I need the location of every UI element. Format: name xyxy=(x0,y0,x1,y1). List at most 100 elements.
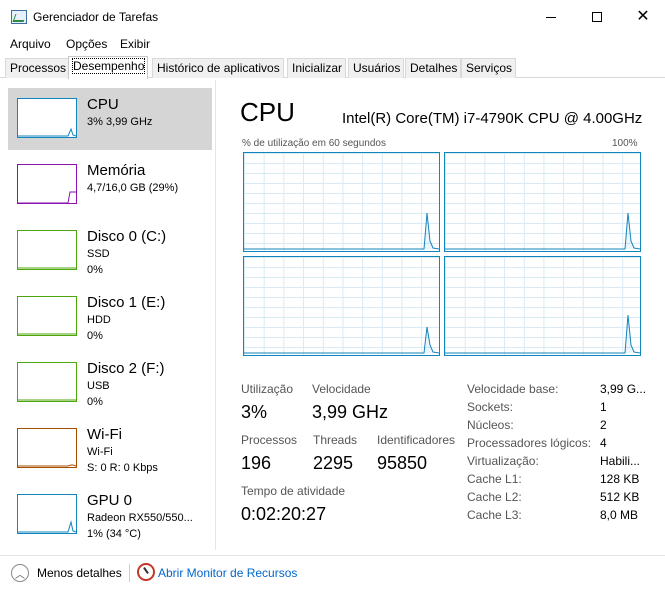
property-label: Cache L1: xyxy=(467,472,522,486)
sidebar-item-name: Disco 1 (E:) xyxy=(87,294,166,311)
minimize-button[interactable] xyxy=(528,0,574,34)
property-value: 512 KB xyxy=(600,490,640,504)
sidebar-item-name: CPU xyxy=(87,96,119,113)
sidebar-item-name: Wi-Fi xyxy=(87,426,122,443)
property-value: 1 xyxy=(600,400,607,414)
resource-monitor-icon xyxy=(137,563,155,581)
title-bar: Gerenciador de Tarefas ✕ xyxy=(0,0,665,34)
footer-bar: ︿ Menos detalhes Abrir Monitor de Recurs… xyxy=(0,555,665,592)
sidebar-item-name: Memória xyxy=(87,162,146,179)
cpu-model: Intel(R) Core(TM) i7-4790K CPU @ 4.00GHz xyxy=(342,110,643,127)
property-label: Virtualização: xyxy=(467,454,539,468)
tab-processos[interactable]: Processos xyxy=(5,58,71,78)
handles-label: Identificadores xyxy=(377,433,456,447)
tab-label: Inicializar xyxy=(292,61,343,75)
tab-label: Histórico de aplicativos xyxy=(157,61,280,75)
less-details-link[interactable]: Menos detalhes xyxy=(37,566,122,580)
sidebar-item-disco-2-f[interactable]: Disco 2 (F:) USB 0% xyxy=(8,352,212,414)
property-value: 4 xyxy=(600,436,607,450)
close-icon: ✕ xyxy=(636,8,650,25)
task-manager-app-icon xyxy=(11,10,27,24)
footer-divider xyxy=(129,564,130,582)
uptime-label: Tempo de atividade xyxy=(241,484,346,498)
resource-sidebar: CPU 3% 3,99 GHz Memória 4,7/16,0 GB (29%) Di… xyxy=(8,88,213,548)
sidebar-item-detail: 1% (34 °C) xyxy=(87,528,141,540)
cpu-usage-line xyxy=(445,212,640,250)
sidebar-item-detail: 3% 3,99 GHz xyxy=(87,116,153,128)
sidebar-item-detail: 0% xyxy=(87,396,103,408)
tab-label: Detalhes xyxy=(410,61,458,75)
gpu-graph-icon xyxy=(17,494,77,534)
sidebar-item-disco-1-e[interactable]: Disco 1 (E:) HDD 0% xyxy=(8,286,212,348)
sidebar-item-name: GPU 0 xyxy=(87,492,133,509)
tab-desempenho[interactable]: Desempenho xyxy=(68,56,149,79)
cpu-core-graph-1 xyxy=(444,152,641,252)
sidebar-item-detail: HDD xyxy=(87,314,111,326)
cpu-usage-line xyxy=(244,212,439,250)
tab-historico[interactable]: Histórico de aplicativos xyxy=(152,58,284,78)
processes-label: Processos xyxy=(241,433,298,447)
sidebar-divider xyxy=(215,80,216,550)
sidebar-item-cpu[interactable]: CPU 3% 3,99 GHz xyxy=(8,88,212,150)
cpu-core-graph-0 xyxy=(243,152,440,252)
tab-label: Processos xyxy=(10,61,67,75)
sidebar-item-detail: Radeon RX550/550... xyxy=(87,512,193,524)
tab-inicializar[interactable]: Inicializar xyxy=(287,58,347,78)
tab-usuarios[interactable]: Usuários xyxy=(348,58,405,78)
property-label: Processadores lógicos: xyxy=(467,436,592,450)
tab-servicos[interactable]: Serviços xyxy=(461,58,517,78)
property-label: Cache L3: xyxy=(467,508,522,522)
property-value: 2 xyxy=(600,418,607,432)
sidebar-item-detail: S: 0 R: 0 Kbps xyxy=(87,462,158,474)
sidebar-item-detail: SSD xyxy=(87,248,110,260)
menu-arquivo[interactable]: Arquivo xyxy=(10,37,51,51)
minimize-icon xyxy=(546,16,556,18)
property-label: Velocidade base: xyxy=(467,382,559,396)
utilization-value: 3% xyxy=(241,402,268,422)
handles-value: 95850 xyxy=(377,453,428,473)
sidebar-item-wi-fi[interactable]: Wi-Fi Wi-Fi S: 0 R: 0 Kbps xyxy=(8,418,212,480)
cpu-usage-line xyxy=(445,314,640,354)
cpu-core-graph-2 xyxy=(243,256,440,356)
property-value: 8,0 MB xyxy=(600,508,639,522)
menu-exibir[interactable]: Exibir xyxy=(120,37,150,51)
property-label: Cache L2: xyxy=(467,490,522,504)
tab-label: Usuários xyxy=(353,61,401,75)
disk-graph-icon xyxy=(17,296,77,336)
tab-bar: Processos Desempenho Histórico de aplica… xyxy=(0,56,665,79)
maximize-button[interactable] xyxy=(574,0,620,34)
tab-label: Serviços xyxy=(466,61,513,75)
property-label: Núcleos: xyxy=(467,418,514,432)
sidebar-item-gpu-0[interactable]: GPU 0 Radeon RX550/550... 1% (34 °C) xyxy=(8,484,212,546)
cpu-graph-icon xyxy=(17,98,77,138)
speed-value: 3,99 GHz xyxy=(312,402,389,422)
property-value: 128 KB xyxy=(600,472,640,486)
sidebar-item-detail: 0% xyxy=(87,264,103,276)
processes-value: 196 xyxy=(241,453,272,473)
disk-graph-icon xyxy=(17,362,77,402)
property-label: Sockets: xyxy=(467,400,514,414)
sidebar-item-name: Disco 0 (C:) xyxy=(87,228,167,245)
memory-graph-icon xyxy=(17,164,77,204)
resource-monitor-link[interactable]: Abrir Monitor de Recursos xyxy=(158,566,297,580)
maximize-icon xyxy=(592,12,602,22)
property-value: 3,99 G... xyxy=(600,382,647,396)
chevron-up-icon[interactable]: ︿ xyxy=(11,564,29,582)
page-title: CPU xyxy=(240,97,295,127)
tab-detalhes[interactable]: Detalhes xyxy=(405,58,462,78)
uptime-value: 0:02:20:27 xyxy=(241,504,327,524)
sidebar-item-mem-ria[interactable]: Memória 4,7/16,0 GB (29%) xyxy=(8,154,212,216)
sidebar-item-detail: 4,7/16,0 GB (29%) xyxy=(87,182,179,194)
network-graph-icon xyxy=(17,428,77,468)
graph-max-label: 100% xyxy=(612,138,638,149)
tab-label: Desempenho xyxy=(71,58,146,74)
sidebar-item-disco-0-c[interactable]: Disco 0 (C:) SSD 0% xyxy=(8,220,212,282)
sidebar-item-detail: 0% xyxy=(87,330,103,342)
close-button[interactable]: ✕ xyxy=(620,0,665,34)
menu-opcoes[interactable]: Opções xyxy=(66,37,107,51)
menu-bar: Arquivo Opções Exibir xyxy=(0,34,665,54)
disk-graph-icon xyxy=(17,230,77,270)
speed-label: Velocidade xyxy=(312,382,371,396)
cpu-usage-line xyxy=(244,326,439,354)
sidebar-item-detail: Wi-Fi xyxy=(87,446,113,458)
